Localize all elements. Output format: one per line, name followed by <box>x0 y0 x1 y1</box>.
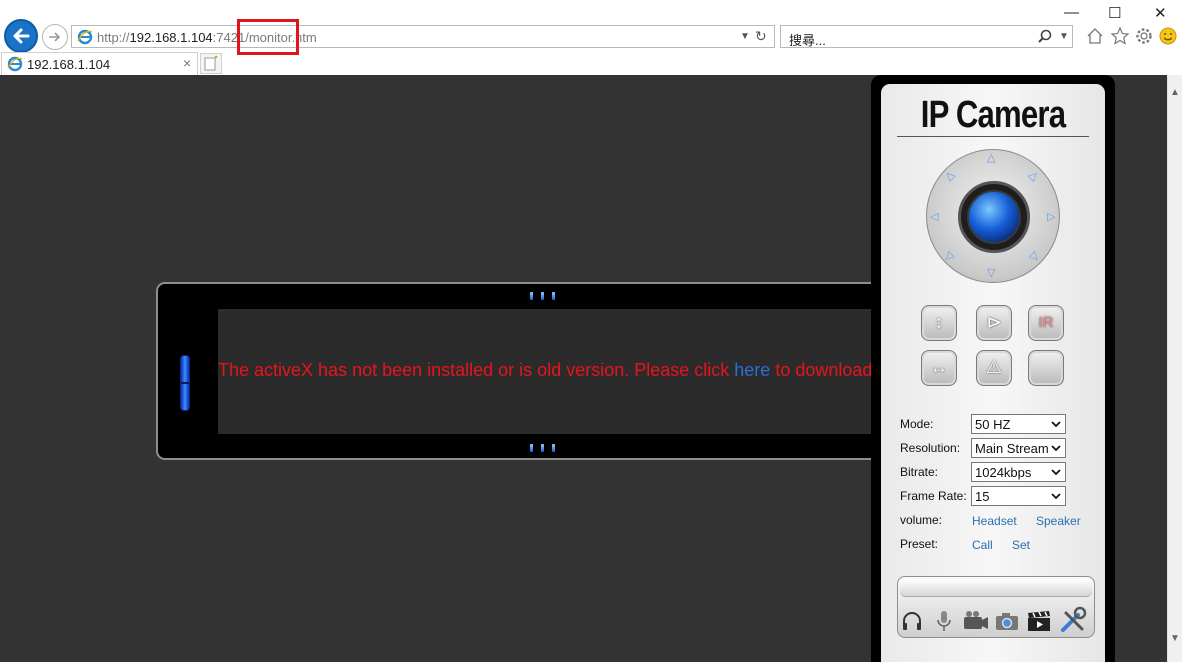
top-indicator-dots <box>530 292 563 300</box>
triangle-icon: ⚠ <box>985 357 1003 377</box>
headset-link[interactable]: Headset <box>972 514 1017 528</box>
preset-call-link[interactable]: Call <box>972 538 993 552</box>
mode-label: Mode: <box>900 417 934 431</box>
activex-download-link[interactable]: here <box>734 360 770 380</box>
ir-icon: IR <box>1038 314 1054 331</box>
search-input[interactable]: 搜尋... <box>789 30 826 49</box>
new-tab-button[interactable] <box>200 53 222 74</box>
mirror-warning-button[interactable]: ⚠ <box>976 350 1012 386</box>
speaker-link[interactable]: Speaker <box>1036 514 1081 528</box>
address-bar[interactable]: http://192.168.1.104:7421/monitor.htm ▼ … <box>71 25 775 48</box>
tools-settings-icon[interactable] <box>1058 605 1088 635</box>
new-tab-icon <box>204 55 218 71</box>
settings-gear-icon[interactable] <box>1134 26 1154 46</box>
chevron-down-icon <box>1051 469 1061 476</box>
search-dropdown-icon[interactable]: ▼ <box>1059 31 1069 42</box>
framerate-label: Frame Rate: <box>900 489 967 503</box>
mode-select[interactable]: 50 HZ <box>971 414 1066 434</box>
video-record-icon[interactable] <box>962 609 990 633</box>
ie-icon <box>7 56 23 72</box>
back-button[interactable] <box>4 19 38 53</box>
resolution-value: Main Stream <box>975 441 1049 456</box>
bitrate-select[interactable]: 1024kbps <box>971 462 1066 482</box>
flip-horizontal-button[interactable]: ↔ <box>921 350 957 386</box>
flip-vertical-icon: ↕ <box>934 312 944 332</box>
chevron-down-icon <box>1051 421 1061 428</box>
media-toolbar <box>897 576 1095 638</box>
search-box[interactable]: 搜尋... ▼ <box>780 25 1073 48</box>
tab-close-icon[interactable]: × <box>183 55 191 71</box>
camera-lens-icon <box>967 190 1021 244</box>
scroll-down-icon[interactable]: ▼ <box>1170 633 1180 644</box>
microphone-icon[interactable] <box>932 609 956 633</box>
video-display-area: The activeX has not been installed or is… <box>218 309 888 434</box>
preset-label: Preset: <box>900 537 939 551</box>
home-icon[interactable] <box>1085 26 1105 46</box>
browser-tab[interactable]: 192.168.1.104 × <box>1 52 198 75</box>
up-right-arrow-icon[interactable]: △ <box>1027 168 1042 183</box>
preset-set-link[interactable]: Set <box>1012 538 1030 552</box>
address-dropdown-icon[interactable]: ▼ <box>740 31 750 42</box>
chevron-down-icon <box>1051 445 1061 452</box>
resolution-select[interactable]: Main Stream <box>971 438 1066 458</box>
blank-button[interactable] <box>1028 350 1064 386</box>
right-arrow-icon[interactable]: ▷ <box>1047 210 1055 223</box>
brand-divider <box>897 136 1089 137</box>
search-icon[interactable] <box>1037 29 1053 45</box>
activex-warning-message: The activeX has not been installed or is… <box>218 360 873 380</box>
left-arrow-icon[interactable]: ◁ <box>930 210 938 223</box>
mirror-icon: ⊳ <box>986 312 1002 332</box>
flip-horizontal-icon: ↔ <box>930 357 948 377</box>
down-right-arrow-icon[interactable]: ▽ <box>1027 249 1041 264</box>
down-arrow-icon[interactable]: ▽ <box>987 266 995 279</box>
favorites-star-icon[interactable] <box>1110 26 1130 46</box>
headphones-icon[interactable] <box>900 609 924 633</box>
bitrate-label: Bitrate: <box>900 465 939 479</box>
video-frame: The activeX has not been installed or is… <box>156 282 888 460</box>
mirror-button[interactable]: ⊳ <box>976 305 1012 341</box>
forward-icon <box>49 32 61 42</box>
camera-control-panel: IP Camera △ ▽ ◁ ▷ △ △ ▽ ▽ ↕ ⊳ IR ↔ ⚠ Mod… <box>871 75 1115 662</box>
control-panel-body: IP Camera △ ▽ ◁ ▷ △ △ ▽ ▽ ↕ ⊳ IR ↔ ⚠ Mod… <box>881 84 1105 662</box>
down-left-arrow-icon[interactable]: ▽ <box>942 249 957 264</box>
ie-icon <box>77 29 93 45</box>
brand-logo: IP Camera <box>920 94 1066 136</box>
bitrate-value: 1024kbps <box>975 465 1032 480</box>
video-slider-handle[interactable] <box>180 355 190 411</box>
smiley-feedback-icon[interactable] <box>1158 26 1178 46</box>
minimize-button[interactable]: — <box>1064 4 1079 21</box>
scroll-up-icon[interactable]: ▲ <box>1170 87 1180 98</box>
tab-title: 192.168.1.104 <box>27 57 111 72</box>
maximize-button[interactable]: ☐ <box>1108 4 1121 22</box>
back-icon <box>13 28 30 44</box>
up-left-arrow-icon[interactable]: △ <box>942 168 956 183</box>
snapshot-camera-icon[interactable] <box>994 609 1020 633</box>
browser-window: http://192.168.1.104:7421/monitor.htm ▼ … <box>0 0 1182 662</box>
up-arrow-icon[interactable]: △ <box>987 151 995 164</box>
media-toolbar-strip <box>900 579 1092 597</box>
url-highlight-box <box>237 19 299 55</box>
forward-button[interactable] <box>42 24 68 50</box>
framerate-select[interactable]: 15 <box>971 486 1066 506</box>
close-window-button[interactable]: ✕ <box>1154 4 1167 22</box>
chevron-down-icon <box>1051 493 1061 500</box>
volume-label: volume: <box>900 513 943 527</box>
ptz-control-wheel[interactable]: △ ▽ ◁ ▷ △ △ ▽ ▽ <box>926 149 1060 283</box>
framerate-value: 15 <box>975 489 990 504</box>
clapperboard-icon[interactable] <box>1026 609 1052 633</box>
ir-button[interactable]: IR <box>1028 305 1064 341</box>
ptz-center[interactable] <box>958 181 1030 253</box>
resolution-label: Resolution: <box>900 441 961 455</box>
page-scrollbar[interactable]: ▲ ▼ <box>1167 75 1182 662</box>
refresh-icon[interactable]: ↻ <box>755 28 767 45</box>
mode-value: 50 HZ <box>975 417 1011 432</box>
bottom-indicator-dots <box>530 444 563 452</box>
browser-toolbar: http://192.168.1.104:7421/monitor.htm ▼ … <box>0 0 1182 75</box>
flip-vertical-button[interactable]: ↕ <box>921 305 957 341</box>
